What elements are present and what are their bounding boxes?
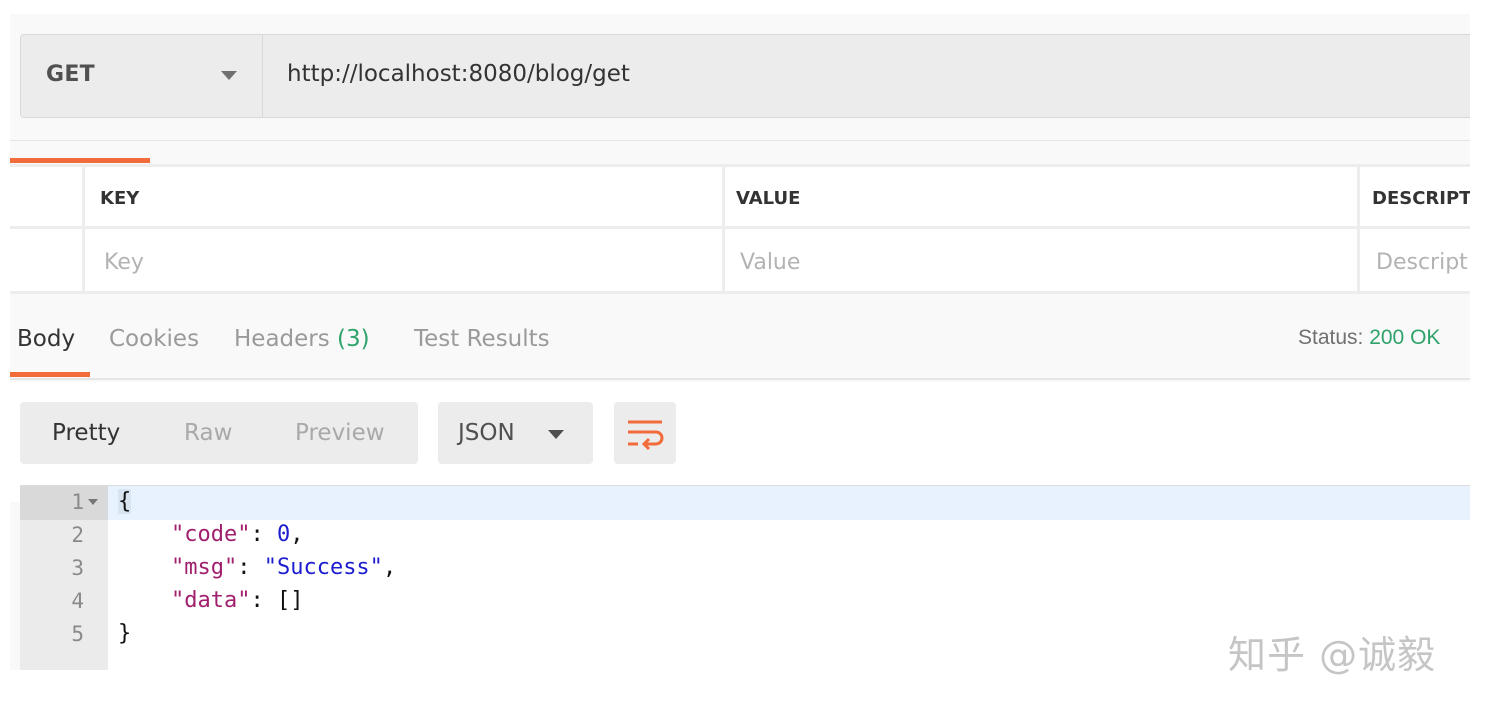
json-value: "Success" bbox=[263, 555, 383, 580]
watermark: 知乎 @诚毅 bbox=[1228, 633, 1437, 677]
format-select[interactable]: JSON bbox=[438, 402, 593, 464]
open-brace: { bbox=[118, 489, 132, 514]
json-value: 0 bbox=[276, 522, 291, 547]
json-key: "code" bbox=[170, 522, 251, 547]
tab-headers[interactable]: Headers (3) bbox=[234, 326, 370, 352]
method-label: GET bbox=[46, 62, 95, 87]
format-label: JSON bbox=[458, 420, 515, 446]
wrap-lines-icon bbox=[628, 420, 664, 451]
preview-button[interactable]: Preview bbox=[295, 420, 385, 446]
view-mode-group: Pretty Raw Preview bbox=[20, 402, 418, 464]
code-line: { bbox=[118, 489, 132, 514]
line-number: 2 bbox=[71, 523, 84, 547]
request-bar: GET http://localhost:8080/blog/get bbox=[20, 34, 1470, 118]
value-input[interactable]: Value bbox=[740, 250, 1340, 275]
tab-body[interactable]: Body bbox=[17, 326, 75, 352]
chevron-down-icon bbox=[221, 71, 237, 80]
status-indicator: Status: 200 OK bbox=[1298, 326, 1440, 350]
response-tabs: Body Cookies Headers (3) Test Results St… bbox=[10, 294, 1470, 380]
chevron-down-icon bbox=[548, 430, 564, 439]
headers-count-badge: (3) bbox=[337, 326, 370, 352]
table-border bbox=[1357, 164, 1360, 294]
code-line: "data": [] bbox=[170, 588, 304, 613]
json-key: "data" bbox=[170, 588, 251, 613]
json-value: [] bbox=[276, 588, 304, 613]
column-header-value: VALUE bbox=[736, 188, 801, 209]
method-select[interactable]: GET bbox=[21, 35, 263, 117]
params-table: KEY VALUE DESCRIPT Key Value Descript bbox=[10, 164, 1470, 294]
raw-button[interactable]: Raw bbox=[184, 420, 232, 446]
line-number: 3 bbox=[71, 556, 84, 580]
fold-toggle-icon[interactable] bbox=[88, 499, 98, 505]
column-header-description: DESCRIPT bbox=[1372, 188, 1470, 209]
active-response-tab-indicator bbox=[10, 372, 90, 377]
url-input[interactable]: http://localhost:8080/blog/get bbox=[287, 61, 630, 87]
key-input[interactable]: Key bbox=[104, 250, 704, 275]
tab-cookies[interactable]: Cookies bbox=[109, 326, 199, 352]
line-number: 4 bbox=[71, 589, 84, 613]
status-label: Status: bbox=[1298, 326, 1370, 349]
code-line: "msg": "Success", bbox=[170, 555, 397, 580]
line-number: 5 bbox=[71, 622, 84, 646]
tab-test-results[interactable]: Test Results bbox=[414, 326, 550, 352]
description-input[interactable]: Descript bbox=[1376, 250, 1470, 275]
status-value: 200 OK bbox=[1369, 326, 1441, 349]
column-header-key: KEY bbox=[100, 188, 140, 209]
postman-window: GET http://localhost:8080/blog/get KEY V… bbox=[10, 14, 1470, 670]
line-number: 1 bbox=[71, 490, 84, 514]
active-line-highlight bbox=[108, 486, 1470, 520]
request-tabs-divider bbox=[10, 140, 1470, 141]
table-border bbox=[82, 164, 85, 294]
body-toolbar: Pretty Raw Preview JSON bbox=[10, 382, 1470, 502]
json-key: "msg" bbox=[170, 555, 238, 580]
close-brace: } bbox=[118, 621, 132, 646]
table-border bbox=[10, 226, 1470, 229]
tab-headers-label: Headers bbox=[234, 326, 338, 352]
active-request-tab-indicator bbox=[10, 158, 150, 163]
wrap-lines-button[interactable] bbox=[614, 402, 676, 464]
code-line: } bbox=[118, 621, 131, 646]
table-border bbox=[10, 164, 1470, 167]
pretty-button[interactable]: Pretty bbox=[52, 420, 120, 446]
code-line: "code": 0, bbox=[170, 522, 304, 547]
table-border bbox=[722, 164, 725, 294]
